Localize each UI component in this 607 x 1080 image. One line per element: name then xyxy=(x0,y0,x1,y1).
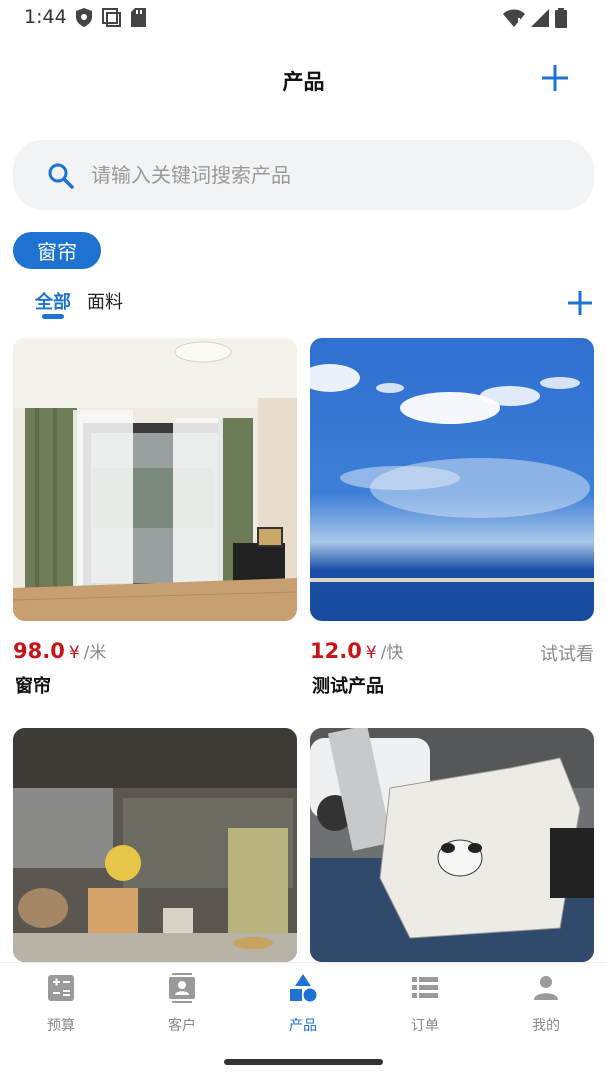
nav-label: 产品 xyxy=(289,1018,317,1034)
price-currency: ¥ xyxy=(68,643,80,663)
contact-card-icon xyxy=(169,973,195,1003)
search-input[interactable] xyxy=(91,156,561,194)
status-bar: 1:44 xyxy=(0,0,607,36)
nav-item-customers[interactable]: 客户 xyxy=(137,973,227,1039)
subtab-all[interactable]: 全部 xyxy=(35,288,71,314)
add-product-button[interactable] xyxy=(539,62,571,94)
sd-card-icon xyxy=(131,8,146,27)
plus-icon xyxy=(568,291,592,315)
wifi-icon xyxy=(503,9,525,27)
nav-item-orders[interactable]: 订单 xyxy=(380,973,470,1039)
nav-label: 客户 xyxy=(168,1018,196,1034)
nav-label: 预算 xyxy=(47,1018,75,1034)
subtab-active-indicator xyxy=(42,314,64,319)
shapes-icon xyxy=(290,974,317,1002)
price-row: 98.0 ¥/米 xyxy=(13,638,297,664)
nav-item-mine[interactable]: 我的 xyxy=(501,973,591,1039)
scooter-cover-photo xyxy=(310,728,594,962)
product-price: 98.0 xyxy=(13,639,65,663)
nav-label: 订单 xyxy=(411,1018,439,1034)
product-card[interactable] xyxy=(310,728,594,962)
nav-label: 我的 xyxy=(532,1018,560,1034)
search-box[interactable] xyxy=(13,140,594,210)
price-unit: /米 xyxy=(83,643,107,663)
product-note: 试试看 xyxy=(540,644,594,665)
plus-icon xyxy=(542,65,568,91)
status-time: 1:44 xyxy=(24,6,67,28)
person-icon xyxy=(534,976,558,1000)
bottom-nav: 预算 客户 产品 订单 我的 xyxy=(0,962,607,1042)
add-subcategory-button[interactable] xyxy=(567,290,593,316)
curtain-room-photo xyxy=(13,338,297,621)
subtab-fabric[interactable]: 面料 xyxy=(87,288,123,314)
page-title: 产品 xyxy=(282,70,325,94)
product-name: 测试产品 xyxy=(312,676,384,697)
nav-item-products[interactable]: 产品 xyxy=(258,973,348,1039)
sky-clouds-photo xyxy=(310,338,594,621)
price-row: 12.0 ¥/快 试试看 xyxy=(310,638,594,665)
shield-status-icon xyxy=(76,8,92,27)
battery-icon xyxy=(555,8,567,28)
product-card[interactable]: 12.0 ¥/快 试试看 测试产品 xyxy=(310,338,594,697)
home-indicator[interactable] xyxy=(224,1059,383,1065)
price-currency: ¥ xyxy=(365,643,377,663)
product-card[interactable]: 98.0 ¥/米 窗帘 xyxy=(13,338,297,697)
screenshot-status-icon xyxy=(102,8,121,27)
category-chip-curtain[interactable]: 窗帘 xyxy=(13,232,101,269)
calculator-icon xyxy=(48,975,74,1001)
product-card[interactable] xyxy=(13,728,297,962)
price-unit: /快 xyxy=(380,643,404,663)
product-name: 窗帘 xyxy=(15,676,51,697)
list-icon xyxy=(412,977,438,998)
app-header: 产品 xyxy=(0,50,607,110)
product-price: 12.0 xyxy=(310,639,362,663)
nav-item-budget[interactable]: 预算 xyxy=(16,973,106,1039)
signal-icon xyxy=(531,9,549,27)
shelf-figurines-photo xyxy=(13,728,297,962)
search-icon xyxy=(48,163,74,189)
